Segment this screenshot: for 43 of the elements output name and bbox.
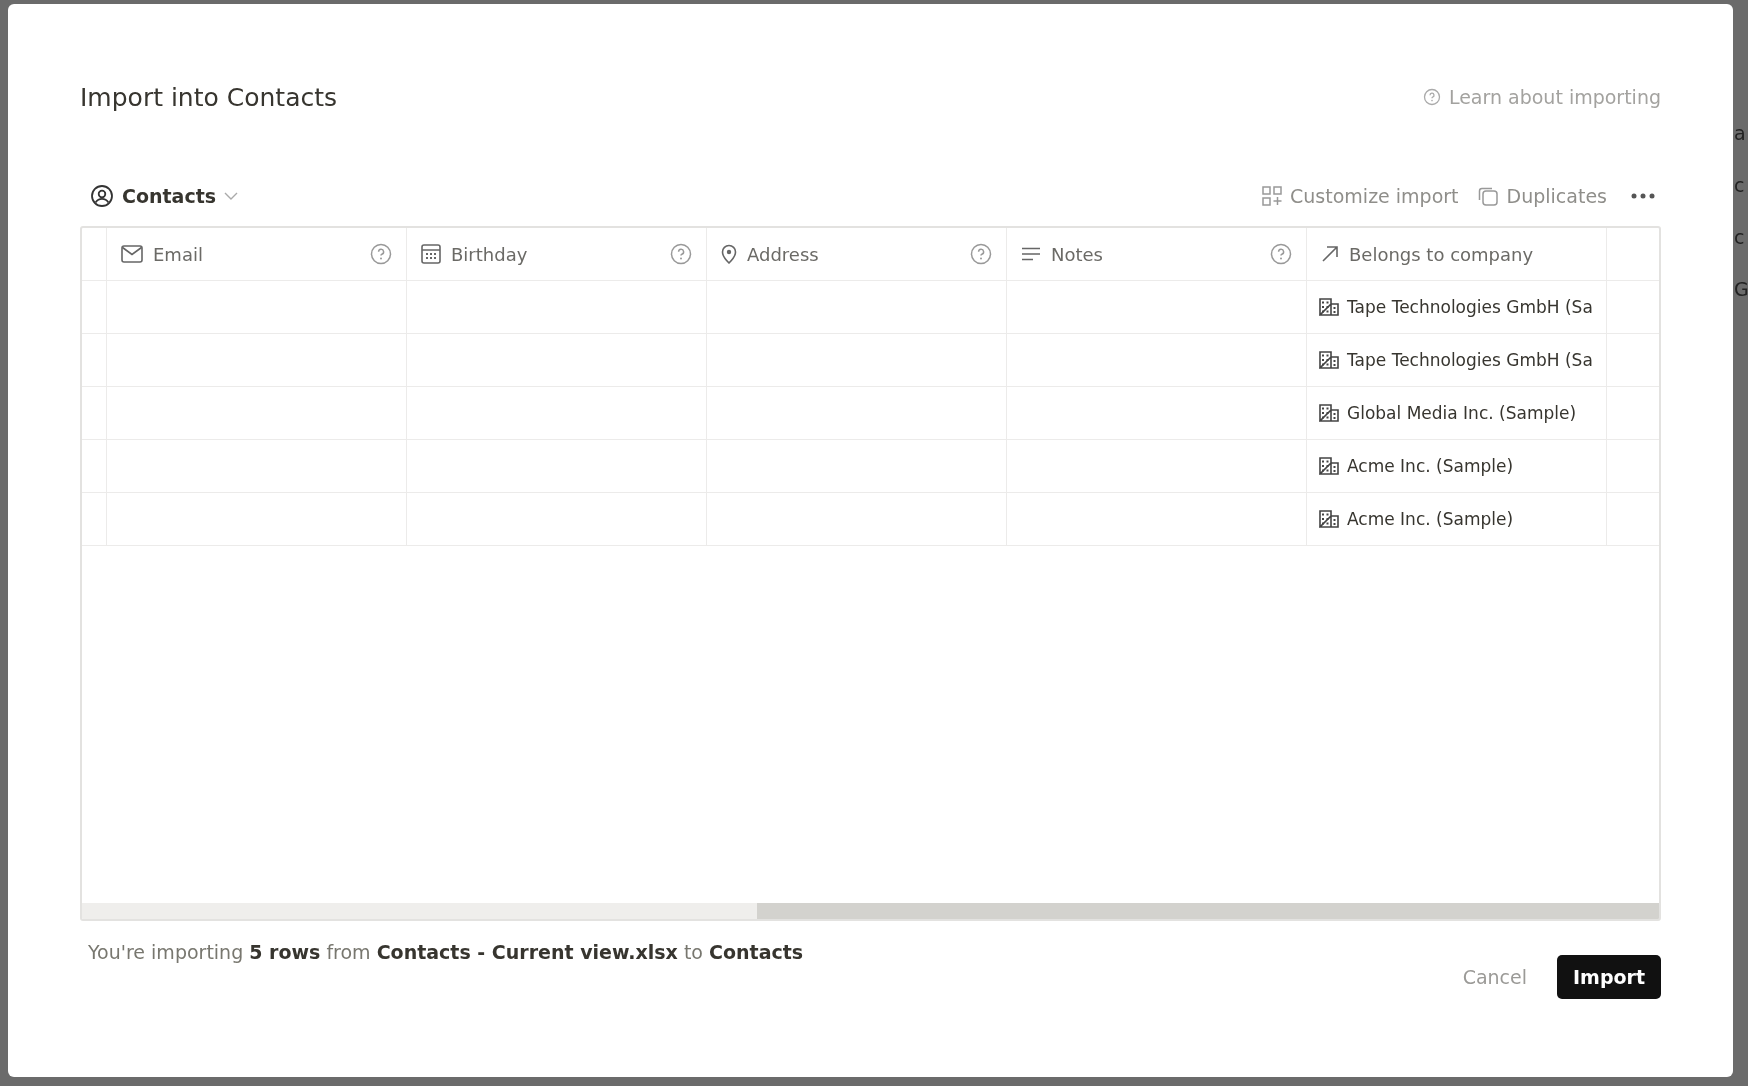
cancel-button[interactable]: Cancel xyxy=(1456,965,1533,989)
building-icon xyxy=(1319,351,1339,369)
background-text: a xyxy=(1734,122,1747,144)
dialog-title: Import into Contacts xyxy=(80,82,338,112)
person-icon xyxy=(90,184,114,208)
column-header[interactable]: Notes xyxy=(1007,228,1307,280)
building-icon xyxy=(1319,298,1339,316)
chevron-icon xyxy=(224,191,239,201)
table-cell: Global Media Inc. (Sample) xyxy=(1347,403,1577,423)
import-summary: You're importing 5 rows from Contacts - Current view.xlsx to Contacts xyxy=(87,940,804,963)
help-icon[interactable] xyxy=(970,243,992,265)
help-icon xyxy=(1422,88,1441,106)
help-icon[interactable] xyxy=(370,243,392,265)
table-cell: Acme Inc. (Sample) xyxy=(1347,509,1514,529)
background-text: c xyxy=(1734,226,1746,248)
location-pin-icon xyxy=(721,244,737,264)
table-cell: Tape Technologies GmbH (Sa xyxy=(1347,297,1593,317)
envelope-icon xyxy=(121,245,143,263)
building-icon xyxy=(1319,510,1339,528)
scrollbar-thumb[interactable] xyxy=(757,903,1659,919)
calendar-icon xyxy=(421,244,441,264)
duplicates-button[interactable]: Duplicates xyxy=(1476,185,1607,207)
column-header[interactable]: Birthday xyxy=(407,228,707,280)
background-text: G xyxy=(1734,278,1748,300)
column-header[interactable]: Belongs to company xyxy=(1307,228,1607,280)
more-icon xyxy=(1631,192,1655,200)
lines-icon xyxy=(1021,247,1041,261)
building-icon xyxy=(1319,404,1339,422)
help-icon[interactable] xyxy=(1270,243,1292,265)
column-header[interactable]: Address xyxy=(707,228,1007,280)
help-icon[interactable] xyxy=(670,243,692,265)
database-selector[interactable]: Contacts xyxy=(80,184,239,208)
customize-import-button[interactable]: Customize import xyxy=(1262,185,1459,207)
table-cell: Acme Inc. (Sample) xyxy=(1347,456,1514,476)
copy-icon xyxy=(1476,185,1499,207)
background-text: c xyxy=(1734,174,1746,196)
table-cell: Tape Technologies GmbH (Sa xyxy=(1347,350,1593,370)
arrow-icon xyxy=(1321,245,1339,263)
import-button[interactable]: Import xyxy=(1557,955,1661,999)
column-header[interactable]: Email xyxy=(107,228,407,280)
grid-plus-icon xyxy=(1262,186,1283,206)
horizontal-scrollbar[interactable] xyxy=(82,903,1659,919)
building-icon xyxy=(1319,457,1339,475)
